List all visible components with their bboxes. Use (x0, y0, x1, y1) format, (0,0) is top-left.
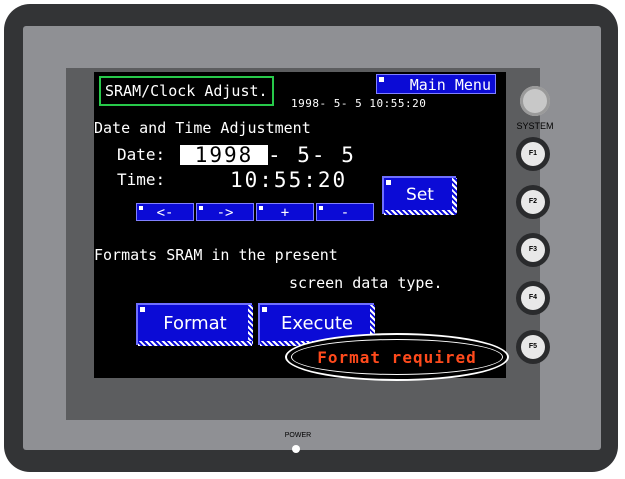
f1-key-label: F1 (521, 142, 545, 166)
set-button[interactable]: Set (382, 176, 457, 215)
f5-key-label: F5 (521, 335, 545, 359)
decrement-label: - (340, 205, 350, 221)
system-label: SYSTEM (516, 121, 554, 131)
power-label: POWER (284, 432, 312, 439)
button-marker-icon (259, 206, 263, 210)
set-label: Set (406, 185, 434, 205)
main-menu-label: Main Menu (409, 76, 491, 94)
button-hatch (248, 305, 253, 345)
button-marker-icon (199, 206, 203, 210)
f1-key[interactable]: F1 (516, 137, 550, 171)
format-description-line2: screen data type. (289, 274, 443, 292)
button-marker-icon (379, 77, 384, 82)
screen-title: SRAM/Clock Adjust. (99, 76, 274, 106)
button-marker-icon (140, 307, 145, 312)
time-label: Time: (117, 170, 166, 189)
button-marker-icon (319, 206, 323, 210)
format-label: Format (163, 313, 227, 334)
increment-label: + (280, 205, 290, 221)
f3-key-label: F3 (521, 238, 545, 262)
button-marker-icon (262, 307, 267, 312)
status-text: Format required (317, 348, 477, 367)
power-led-icon (292, 445, 300, 453)
f5-key[interactable]: F5 (516, 330, 550, 364)
f2-key-label: F2 (521, 190, 545, 214)
f4-key-label: F4 (521, 286, 545, 310)
button-hatch (384, 210, 456, 215)
main-menu-button[interactable]: Main Menu (376, 74, 496, 94)
time-value[interactable]: 10:55:20 (230, 170, 347, 191)
date-month-day[interactable]: - 5- 5 (268, 145, 356, 166)
format-button[interactable]: Format (136, 303, 253, 346)
button-marker-icon (139, 206, 143, 210)
cursor-left-button[interactable]: <- (136, 203, 194, 221)
current-datetime: 1998- 5- 5 10:55:20 (291, 97, 427, 110)
touch-screen: SRAM/Clock Adjust. Main Menu 1998- 5- 5 … (94, 72, 506, 378)
adjustment-heading: Date and Time Adjustment (94, 119, 311, 137)
date-label: Date: (117, 145, 166, 164)
increment-button[interactable]: + (256, 203, 314, 221)
button-marker-icon (386, 180, 391, 185)
execute-label: Execute (281, 313, 353, 334)
date-year-field[interactable]: 1998 (180, 145, 268, 166)
f4-key[interactable]: F4 (516, 281, 550, 315)
cursor-right-label: -> (216, 205, 234, 221)
cursor-right-button[interactable]: -> (196, 203, 254, 221)
format-description-line1: Formats SRAM in the present (94, 246, 338, 264)
cursor-left-label: <- (156, 205, 174, 221)
system-indicator-icon (520, 86, 550, 116)
format-required-status: Format required (285, 333, 509, 381)
button-hatch (138, 341, 252, 346)
f3-key[interactable]: F3 (516, 233, 550, 267)
button-hatch (452, 178, 457, 214)
f2-key[interactable]: F2 (516, 185, 550, 219)
decrement-button[interactable]: - (316, 203, 374, 221)
